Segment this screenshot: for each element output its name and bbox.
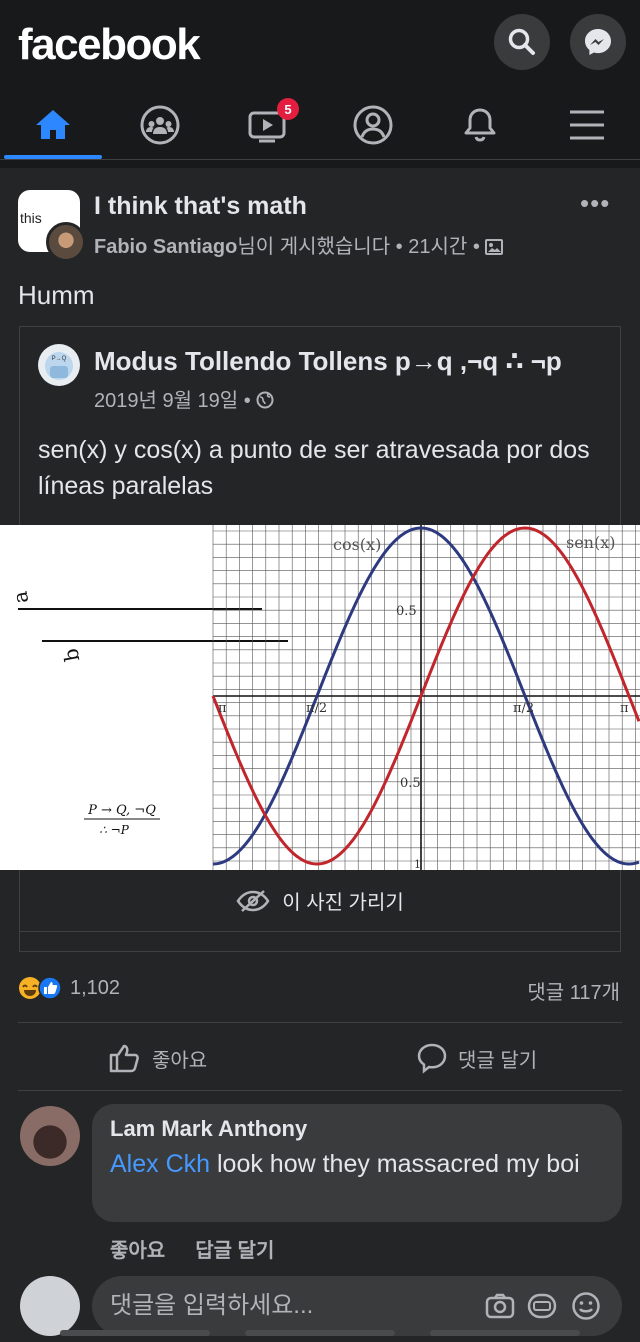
tick-pi2: π/2 — [513, 701, 534, 716]
tab-profile[interactable] — [323, 92, 423, 158]
tab-menu[interactable] — [537, 92, 637, 158]
hide-photo-button[interactable]: 이 사진 가리기 — [19, 870, 621, 932]
svg-text:P→Q: P→Q — [52, 356, 67, 362]
comment-icon — [417, 1043, 447, 1074]
comment-reply-button[interactable]: 답글 달기 — [195, 1240, 274, 1262]
watch-badge: 5 — [277, 98, 299, 120]
bell-icon — [464, 108, 496, 142]
emoji-button[interactable] — [570, 1290, 602, 1322]
eye-slash-icon — [236, 889, 270, 912]
author-avatar[interactable] — [46, 222, 86, 262]
groups-icon — [140, 105, 180, 145]
reaction-summary[interactable]: 1,102 — [18, 974, 120, 1002]
cos-label: cos(x) — [333, 535, 381, 554]
active-tab-indicator — [4, 155, 102, 159]
divider — [18, 1022, 622, 1023]
comment-input[interactable] — [110, 1288, 470, 1324]
commenter-avatar[interactable] — [20, 1106, 80, 1166]
messenger-icon — [585, 29, 611, 55]
tab-home[interactable] — [3, 92, 103, 158]
tick-neg05: 0.5 — [400, 776, 421, 791]
menu-icon — [570, 110, 604, 140]
shared-meta: 2019년 9월 19일 • — [94, 384, 274, 413]
post-photo[interactable]: a b P → Q, ¬Q ∴ ¬P cos(x) sen(x) 0.5 0.5… — [0, 525, 640, 871]
profile-icon — [353, 105, 393, 145]
author-name[interactable]: Fabio Santiago — [94, 236, 237, 258]
comment-actions: 좋아요 답글 달기 — [110, 1234, 304, 1263]
bottom-indicator — [0, 1328, 640, 1342]
sen-label: sen(x) — [566, 533, 616, 552]
messenger-button[interactable] — [570, 14, 626, 70]
mention-link[interactable]: Alex Ckh — [110, 1150, 210, 1178]
tick-neg1: 1 — [414, 858, 421, 870]
tick-neg-pi2: π/2 — [306, 701, 327, 716]
group-name[interactable]: I think that's math — [94, 192, 307, 221]
tab-notifications[interactable] — [430, 92, 530, 158]
comment-count[interactable]: 댓글 117개 — [527, 976, 620, 1005]
top-header: facebook — [0, 0, 640, 92]
group-privacy-icon — [485, 239, 504, 255]
home-icon — [36, 110, 70, 139]
meta-suffix: 님이 게시했습니다 • 21시간 • — [237, 236, 480, 258]
gif-icon — [527, 1293, 557, 1319]
globe-icon — [256, 391, 274, 409]
like-label: 좋아요 — [152, 1049, 208, 1072]
comment-button[interactable]: 댓글 달기 — [416, 1040, 537, 1076]
post-text: Humm — [18, 280, 95, 310]
tick-05: 0.5 — [396, 604, 417, 619]
thumbs-up-icon — [109, 1044, 139, 1073]
math-graph-image: a b P → Q, ¬Q ∴ ¬P cos(x) sen(x) 0.5 0.5… — [0, 525, 640, 871]
comment-body: look how they massacred my boi — [210, 1150, 580, 1178]
shared-date: 2019년 9월 19일 • — [94, 390, 251, 412]
tab-groups[interactable] — [110, 92, 210, 158]
camera-button[interactable] — [484, 1290, 516, 1322]
nav-bar: 5 — [0, 92, 640, 160]
search-button[interactable] — [494, 14, 550, 70]
reaction-count: 1,102 — [70, 976, 121, 999]
group-avatar-text: this — [20, 210, 42, 226]
comment-text: Alex Ckh look how they massacred my boi — [110, 1148, 610, 1180]
like-reaction-icon — [38, 976, 62, 1000]
formula-top: P → Q, ¬Q — [87, 803, 156, 818]
divider — [18, 1090, 622, 1091]
facebook-logo[interactable]: facebook — [18, 20, 201, 70]
hide-photo-label: 이 사진 가리기 — [282, 892, 404, 914]
my-avatar[interactable] — [20, 1276, 80, 1336]
shared-title[interactable]: Modus Tollendo Tollens p→q ,¬q ∴ ¬p — [94, 346, 562, 377]
tick-neg-pi: π — [218, 701, 227, 716]
shared-text: sen(x) y cos(x) a punto de ser atravesad… — [38, 436, 590, 500]
comment-composer[interactable] — [92, 1276, 622, 1336]
gif-button[interactable] — [526, 1290, 558, 1322]
more-options-icon[interactable]: ••• — [580, 188, 610, 219]
post-meta: Fabio Santiago님이 게시했습니다 • 21시간 • — [94, 230, 504, 259]
comment-label: 댓글 달기 — [458, 1049, 538, 1072]
comment-like-button[interactable]: 좋아요 — [110, 1240, 165, 1262]
formula-bottom: ∴ ¬P — [99, 823, 130, 837]
comment-author[interactable]: Lam Mark Anthony — [110, 1116, 307, 1142]
tick-pi: π — [620, 701, 629, 716]
like-button[interactable]: 좋아요 — [108, 1040, 207, 1076]
camera-icon — [485, 1293, 515, 1319]
search-icon — [508, 28, 535, 55]
page-avatar-image: P→Q — [45, 352, 73, 380]
emoji-icon — [572, 1292, 600, 1320]
shared-page-avatar[interactable]: P→Q — [38, 344, 80, 386]
tab-watch[interactable]: 5 — [217, 92, 317, 158]
